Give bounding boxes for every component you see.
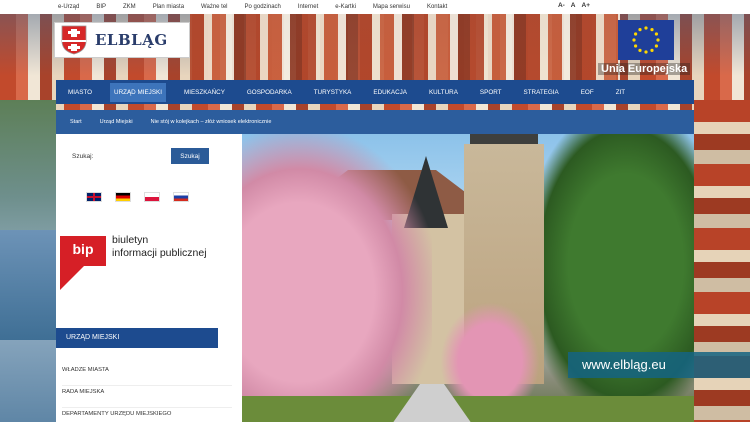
topbar-link-e-kartki[interactable]: e-Kartki bbox=[335, 4, 356, 10]
topbar-link-wazne-tel[interactable]: Ważne tel bbox=[201, 4, 227, 10]
font-size-decrease[interactable]: A- bbox=[558, 2, 565, 9]
bip-logo-icon: bip bbox=[60, 236, 106, 290]
site-url-caption: www.elbląg.eu bbox=[568, 352, 750, 378]
search-button[interactable]: Szukaj bbox=[171, 148, 209, 164]
german-flag-icon[interactable] bbox=[115, 192, 131, 202]
nav-item-mieszkancy[interactable]: MIESZKAŃCY bbox=[180, 83, 229, 102]
russian-flag-icon[interactable] bbox=[173, 192, 189, 202]
hero-blossom-trees bbox=[242, 134, 432, 422]
main-navigation: MIASTO URZĄD MIEJSKI MIESZKAŃCY GOSPODAR… bbox=[56, 80, 694, 104]
eu-label: Unia Europejska bbox=[598, 63, 691, 75]
site-logo[interactable]: ELBLĄG bbox=[54, 22, 190, 58]
english-flag-icon[interactable] bbox=[86, 192, 102, 202]
hero-grass bbox=[242, 396, 694, 422]
topbar-link-zkm[interactable]: ZKM bbox=[123, 4, 136, 10]
hero-photo bbox=[242, 134, 694, 422]
background-river bbox=[0, 230, 56, 340]
polish-flag-icon[interactable] bbox=[144, 192, 160, 202]
sidebar-link-departamenty[interactable]: DEPARTAMENTY URZĘDU MIEJSKIEGO bbox=[62, 408, 232, 422]
bip-mark-text: bip bbox=[73, 241, 94, 257]
breadcrumb-urzad-miejski[interactable]: Urząd Miejski bbox=[100, 119, 133, 125]
topbar-link-internet[interactable]: Internet bbox=[298, 4, 318, 10]
nav-item-sport[interactable]: SPORT bbox=[476, 83, 506, 102]
background-rooftops bbox=[190, 14, 620, 80]
coat-of-arms-icon bbox=[61, 25, 87, 55]
logo-text: ELBLĄG bbox=[95, 31, 168, 49]
breadcrumb: Start Urząd Miejski Nie stój w kolejkach… bbox=[56, 110, 694, 134]
breadcrumb-start[interactable]: Start bbox=[70, 119, 82, 125]
search-label: Szukaj: bbox=[72, 153, 94, 160]
sidebar-links: WŁADZE MIASTA RADA MIEJSKA DEPARTAMENTY … bbox=[62, 364, 232, 422]
nav-item-gospodarka[interactable]: GOSPODARKA bbox=[243, 83, 296, 102]
nav-item-eof[interactable]: EOF bbox=[577, 83, 598, 102]
nav-item-edukacja[interactable]: EDUKACJA bbox=[369, 83, 411, 102]
breadcrumb-current: Nie stój w kolejkach – złóż wniosek elek… bbox=[150, 119, 272, 125]
sidebar-section-title: URZĄD MIEJSKI bbox=[56, 328, 218, 348]
topbar-link-plan-miasta[interactable]: Plan miasta bbox=[153, 4, 184, 10]
top-utility-bar: e-Urząd BIP ZKM Plan miasta Ważne tel Po… bbox=[0, 0, 750, 14]
sidebar-link-wladze-miasta[interactable]: WŁADZE MIASTA bbox=[62, 364, 232, 386]
topbar-link-kontakt[interactable]: Kontakt bbox=[427, 4, 447, 10]
nav-item-kultura[interactable]: KULTURA bbox=[425, 83, 462, 102]
bip-text: biuletyn informacji publicznej bbox=[112, 234, 207, 260]
topbar-link-e-urzad[interactable]: e-Urząd bbox=[58, 4, 79, 10]
bip-text-line2: informacji publicznej bbox=[112, 247, 207, 259]
nav-item-zit[interactable]: ZIT bbox=[612, 83, 629, 102]
font-size-controls: A- A A+ bbox=[558, 2, 590, 9]
nav-item-strategia[interactable]: STRATEGIA bbox=[520, 83, 563, 102]
topbar-link-mapa-serwisu[interactable]: Mapa serwisu bbox=[373, 4, 410, 10]
nav-item-miasto[interactable]: MIASTO bbox=[64, 83, 96, 102]
language-switcher bbox=[86, 192, 189, 202]
topbar-link-po-godzinach[interactable]: Po godzinach bbox=[245, 4, 281, 10]
nav-item-turystyka[interactable]: TURYSTYKA bbox=[310, 83, 356, 102]
topbar-link-bip[interactable]: BIP bbox=[96, 4, 106, 10]
sidebar: Szukaj: Szukaj bip biuletyn informacji p… bbox=[56, 134, 242, 422]
font-size-normal[interactable]: A bbox=[571, 2, 576, 9]
bip-text-line1: biuletyn bbox=[112, 234, 149, 246]
sidebar-link-rada-miejska[interactable]: RADA MIEJSKA bbox=[62, 386, 232, 408]
bip-banner[interactable]: bip biuletyn informacji publicznej bbox=[60, 232, 240, 296]
font-size-increase[interactable]: A+ bbox=[582, 2, 591, 9]
hero-green-trees bbox=[524, 134, 694, 422]
eu-flag-icon bbox=[618, 20, 674, 60]
nav-item-urzad-miejski[interactable]: URZĄD MIEJSKI bbox=[110, 82, 166, 102]
